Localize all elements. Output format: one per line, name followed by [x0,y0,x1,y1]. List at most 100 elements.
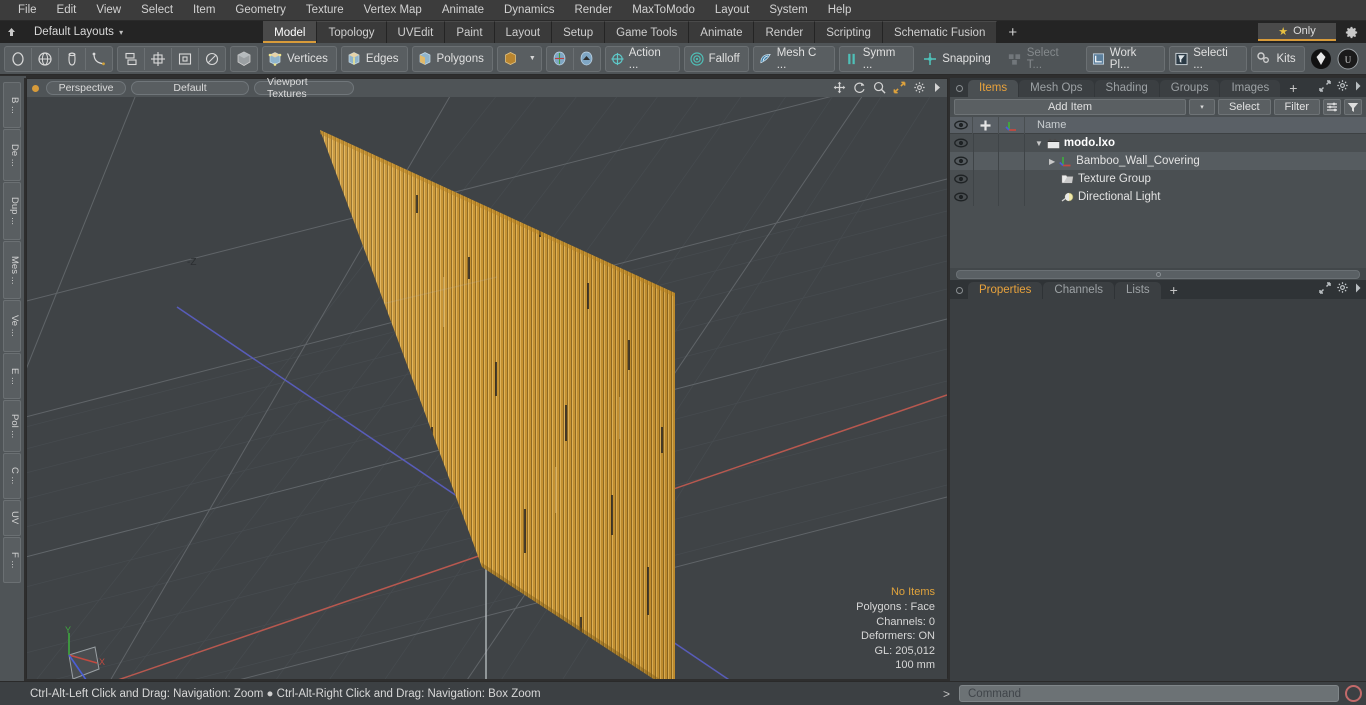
tab-shading[interactable]: Shading [1094,80,1159,97]
tab-items[interactable]: Items [968,80,1019,97]
deform-a-icon[interactable] [547,47,573,71]
layout-selector[interactable]: Default Layouts ▾ [22,26,131,38]
select-button[interactable]: Select [1217,99,1271,115]
item-mode-icon[interactable] [231,47,257,71]
gear-icon[interactable] [1344,25,1360,41]
menu-item-system[interactable]: System [759,0,817,20]
curve-icon[interactable] [86,47,112,71]
kits-group[interactable]: Kits [1250,45,1305,72]
menu-item-help[interactable]: Help [818,0,862,20]
panel-menu-dot[interactable] [956,287,963,294]
tab-animate[interactable]: Animate [689,21,755,43]
center-icon[interactable] [145,47,171,71]
tree-expander-icon[interactable]: ▼ [1035,139,1043,148]
material-icon[interactable] [498,47,524,71]
expand-icon[interactable] [1319,79,1331,95]
table-row[interactable]: ▶ Bamboo_Wall_Covering [950,152,1366,170]
viewport-menu-dot[interactable] [32,84,39,92]
snapping-button[interactable]: Snapping [918,47,999,71]
table-row[interactable]: ▼ modo.lxo [950,134,1366,152]
falloff-button[interactable]: Falloff [685,47,748,71]
cone-icon[interactable] [59,47,85,71]
menu-item-render[interactable]: Render [564,0,622,20]
add-properties-tab-button[interactable]: + [1162,282,1186,299]
tab-mesh-ops[interactable]: Mesh Ops [1019,80,1094,97]
select-through-button[interactable]: Select T... [1003,47,1082,71]
zoom-icon[interactable] [873,81,886,97]
tab-groups[interactable]: Groups [1159,80,1220,97]
selection-mode-edges[interactable]: Edges [340,45,408,72]
sphere-icon[interactable] [5,47,31,71]
action-center-group[interactable]: Action ... [604,45,680,72]
add-panel-tab-button[interactable]: + [1281,80,1305,97]
viewport-3d-scene[interactable]: -Z Y X [27,97,947,679]
snapping-group[interactable]: Snapping [918,46,999,72]
mirror-icon[interactable] [118,47,144,71]
command-input[interactable] [959,685,1339,702]
chevron-right-icon[interactable] [1354,81,1362,94]
menu-item-layout[interactable]: Layout [705,0,760,20]
work-plane-group[interactable]: Work Pl... [1085,45,1166,72]
menu-item-texture[interactable]: Texture [296,0,354,20]
menu-item-edit[interactable]: Edit [47,0,87,20]
menu-item-animate[interactable]: Animate [432,0,494,20]
tab-render[interactable]: Render [754,21,816,43]
fit-icon[interactable] [893,81,906,97]
tab-channels[interactable]: Channels [1043,282,1115,299]
chevron-right-icon[interactable] [933,82,942,96]
table-row[interactable]: Texture Group [950,170,1366,188]
deform-b-icon[interactable] [574,47,600,71]
menu-item-vertex-map[interactable]: Vertex Map [354,0,432,20]
chevron-down-icon[interactable]: ▼ [524,55,541,62]
tab-game-tools[interactable]: Game Tools [605,21,690,43]
column-axis-icon[interactable] [999,116,1025,134]
only-toggle-button[interactable]: ★ Only [1258,23,1336,41]
funnel-icon[interactable] [1344,99,1362,115]
viewport-preset-selector[interactable]: Default [131,81,249,95]
left-tab-curve[interactable]: C ... [3,453,21,499]
menu-item-select[interactable]: Select [131,0,183,20]
add-tab-button[interactable]: + [997,21,1029,43]
record-circle-icon[interactable] [1345,685,1362,702]
tab-setup[interactable]: Setup [552,21,606,43]
edges-button[interactable]: Edges [342,47,407,71]
row-visibility-eye-icon[interactable] [950,192,973,202]
viewport-canvas[interactable]: -Z Y X No Items Polygons: Face Channels… [27,97,947,679]
left-tab-fusion[interactable]: F ... [3,537,21,583]
symmetry-group[interactable]: Symm ... [838,45,915,72]
select-through-group[interactable]: Select T... [1003,46,1082,72]
menu-item-dynamics[interactable]: Dynamics [494,0,564,20]
gear-icon[interactable] [1336,281,1349,297]
menu-item-file[interactable]: File [8,0,47,20]
add-item-dropdown[interactable]: ▾ [1188,99,1215,115]
tab-model[interactable]: Model [263,21,318,43]
tab-schematic-fusion[interactable]: Schematic Fusion [882,21,998,43]
row-visibility-eye-icon[interactable] [950,156,973,166]
home-layout-icon[interactable] [0,21,22,43]
selection-mode-vertices[interactable]: Vertices [262,45,337,72]
pan-icon[interactable] [833,81,846,97]
unreal-logo-icon[interactable]: U [1335,47,1360,71]
gear-icon[interactable] [913,81,926,97]
globe-icon[interactable] [32,47,58,71]
menu-item-geometry[interactable]: Geometry [225,0,296,20]
modo-logo-icon[interactable] [1309,47,1334,71]
mesh-constraint-group[interactable]: Mesh C ... [752,45,835,72]
table-row[interactable]: Directional Light [950,188,1366,206]
left-tab-deform[interactable]: De ... [3,129,21,181]
kits-button[interactable]: Kits [1252,47,1304,71]
column-visibility-eye-icon[interactable] [950,116,973,134]
vertices-button[interactable]: Vertices [263,47,336,71]
selection-sets-button[interactable]: Selecti ... [1170,47,1245,71]
tab-lists[interactable]: Lists [1115,282,1161,299]
box-icon[interactable] [172,47,198,71]
selection-mode-polygons[interactable]: Polygons [411,45,493,72]
menu-item-maxtomodo[interactable]: MaxToModo [622,0,705,20]
tab-paint[interactable]: Paint [445,21,495,43]
tab-topology[interactable]: Topology [317,21,387,43]
symmetry-button[interactable]: Symm ... [840,47,913,71]
tab-scripting[interactable]: Scripting [815,21,883,43]
left-tab-vertex[interactable]: Ve ... [3,300,21,352]
mesh-constraint-button[interactable]: Mesh C ... [754,47,834,71]
add-item-button[interactable]: Add Item [954,99,1186,115]
